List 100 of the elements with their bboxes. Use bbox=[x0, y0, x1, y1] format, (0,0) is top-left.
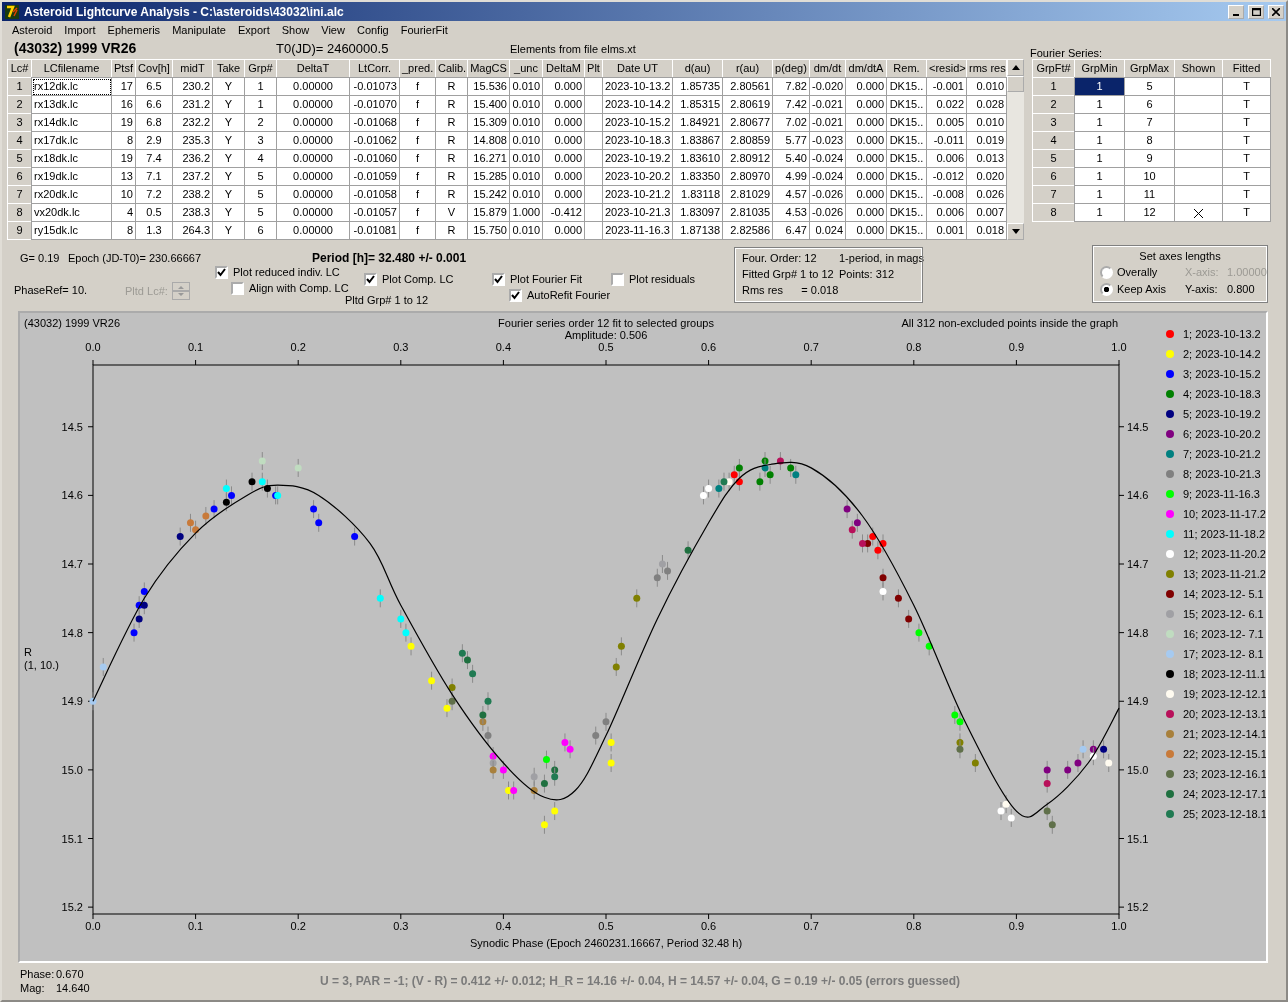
table-cell: 0.00000 bbox=[276, 77, 350, 96]
table-cell: 5.77 bbox=[772, 131, 810, 150]
epoch-label: Epoch (JD-T0)= 230.66667 bbox=[68, 252, 201, 266]
radio-label[interactable]: Keep Axis bbox=[1117, 282, 1166, 296]
column-header[interactable]: GrpMax bbox=[1124, 59, 1175, 78]
table-cell: 0.010 bbox=[509, 185, 543, 204]
legend-label: 16; 2023-12- 7.1 bbox=[1183, 628, 1264, 641]
column-header[interactable]: r(au) bbox=[722, 59, 773, 78]
column-header[interactable]: Lc# bbox=[7, 59, 32, 78]
legend-label: 21; 2023-12-14.1 bbox=[1183, 728, 1266, 741]
checkbox-label[interactable]: Plot Fourier Fit bbox=[510, 273, 583, 287]
table-cell: 19 bbox=[111, 149, 136, 168]
column-header[interactable]: Grp# bbox=[244, 59, 277, 78]
table-cell: 7.2 bbox=[135, 185, 173, 204]
menu-item[interactable]: Manipulate bbox=[166, 23, 232, 37]
column-header[interactable]: _unc bbox=[509, 59, 543, 78]
table-cell: 0.010 bbox=[966, 113, 1007, 132]
table-cell: -0.01058 bbox=[349, 185, 400, 204]
checkbox-label[interactable]: Plot residuals bbox=[629, 273, 696, 287]
column-header[interactable]: dm/dt bbox=[809, 59, 846, 78]
table-cell: T bbox=[1222, 167, 1271, 186]
column-header[interactable]: DeltaM bbox=[542, 59, 585, 78]
column-header[interactable]: LCfilename bbox=[31, 59, 112, 78]
table-cell: 1.83118 bbox=[672, 185, 723, 204]
column-header[interactable]: DeltaT bbox=[276, 59, 350, 78]
readout-label: Mag: bbox=[20, 981, 46, 995]
table-cell: 0.010 bbox=[509, 149, 543, 168]
table-cell: 1 bbox=[1074, 167, 1125, 186]
table-cell: 6.47 bbox=[772, 221, 810, 240]
legend-label: 12; 2023-11-20.2 bbox=[1183, 548, 1266, 561]
window-title: Asteroid Lightcurve Analysis - C:\asteroids\43032\ini.alc bbox=[24, 4, 345, 19]
tick-label: 0.6 bbox=[700, 920, 717, 933]
column-header[interactable]: p(deg) bbox=[772, 59, 810, 78]
checkbox-label[interactable]: Plot reduced indiv. LC bbox=[233, 266, 340, 280]
tick-label: 0.3 bbox=[393, 341, 409, 354]
axis-title: Synodic Phase (Epoch 2460231.16667, Period 32.48 h) bbox=[469, 937, 743, 950]
table-cell: R bbox=[435, 131, 468, 150]
table-cell: 1.000 bbox=[509, 203, 543, 222]
tick-label: 15.2 bbox=[61, 901, 83, 914]
column-header[interactable]: Ptsf bbox=[111, 59, 136, 78]
column-header[interactable]: LtCorr. bbox=[349, 59, 400, 78]
radio-label[interactable]: Overally bbox=[1117, 265, 1158, 279]
menu-item[interactable]: Show bbox=[275, 23, 316, 37]
table-cell: -0.021 bbox=[809, 95, 846, 114]
field-label: Y-axis: bbox=[1185, 282, 1219, 296]
table-cell: 5 bbox=[244, 203, 277, 222]
column-header[interactable]: GrpFt# bbox=[1032, 59, 1075, 78]
column-header[interactable]: d(au) bbox=[672, 59, 723, 78]
checkbox-label[interactable]: Align with Comp. LC bbox=[249, 282, 349, 296]
object-title: (43032) 1999 VR26 bbox=[14, 39, 138, 57]
column-header[interactable]: dm/dtA bbox=[845, 59, 887, 78]
table-cell: f bbox=[399, 185, 436, 204]
column-header[interactable]: Fitted bbox=[1222, 59, 1271, 78]
legend-label: 6; 2023-10-20.2 bbox=[1183, 428, 1261, 441]
table-cell: V bbox=[435, 203, 468, 222]
table-cell: 0.010 bbox=[509, 95, 543, 114]
table-cell: 16.271 bbox=[467, 149, 510, 168]
tick-label: 14.6 bbox=[61, 489, 83, 502]
table-cell: -0.024 bbox=[809, 149, 846, 168]
column-header[interactable]: rms res bbox=[966, 59, 1007, 78]
table-cell: R bbox=[435, 113, 468, 132]
info-text: Four. Order: 12 bbox=[742, 252, 818, 267]
column-header[interactable]: midT bbox=[172, 59, 213, 78]
input-field[interactable]: 0.800 bbox=[1227, 282, 1272, 296]
checkbox-label[interactable]: AutoRefit Fourier bbox=[527, 289, 611, 303]
column-header[interactable]: <resid> bbox=[926, 59, 967, 78]
column-header[interactable]: Calib. bbox=[435, 59, 468, 78]
checkbox-label[interactable]: Plot Comp. LC bbox=[382, 273, 454, 287]
tick-label: 14.7 bbox=[1127, 558, 1149, 571]
column-header[interactable]: Cov[h] bbox=[135, 59, 173, 78]
period-label: Period [h]= 32.480 +/- 0.001 bbox=[312, 251, 467, 266]
tick-label: 0.9 bbox=[1008, 920, 1025, 933]
column-header[interactable]: Take bbox=[212, 59, 245, 78]
column-header[interactable]: Shown bbox=[1174, 59, 1223, 78]
table-cell: 235.3 bbox=[172, 131, 213, 150]
date-cell: 2023-10-21.2 bbox=[602, 185, 673, 204]
table-cell: f bbox=[399, 167, 436, 186]
menu-item[interactable]: Import bbox=[58, 23, 102, 37]
axis-title: R bbox=[24, 646, 32, 659]
menu-item[interactable]: Config bbox=[350, 23, 395, 37]
table-cell: DK15.. bbox=[886, 77, 927, 96]
table-cell: f bbox=[399, 203, 436, 222]
menu-item[interactable]: Ephemeris bbox=[101, 23, 167, 37]
menu-item[interactable]: FourierFit bbox=[394, 23, 454, 37]
table-cell: DK15.. bbox=[886, 185, 927, 204]
menu-item[interactable]: View bbox=[315, 23, 351, 37]
table-cell: DK15.. bbox=[886, 113, 927, 132]
column-header[interactable]: _pred. bbox=[399, 59, 436, 78]
table-cell: 1.84921 bbox=[672, 113, 723, 132]
column-header[interactable]: Rem. bbox=[886, 59, 927, 78]
column-header[interactable]: Date UT bbox=[602, 59, 673, 78]
column-header[interactable]: MagCS bbox=[467, 59, 510, 78]
menu-item[interactable]: Asteroid bbox=[6, 23, 59, 37]
table-cell: 5.40 bbox=[772, 149, 810, 168]
column-header[interactable]: GrpMin bbox=[1074, 59, 1125, 78]
table-cell: 0.006 bbox=[926, 149, 967, 168]
info-text: Points: 312 bbox=[839, 268, 896, 283]
menu-item[interactable]: Export bbox=[231, 23, 276, 37]
table-cell: 16 bbox=[111, 95, 136, 114]
table-cell: 13 bbox=[111, 167, 136, 186]
